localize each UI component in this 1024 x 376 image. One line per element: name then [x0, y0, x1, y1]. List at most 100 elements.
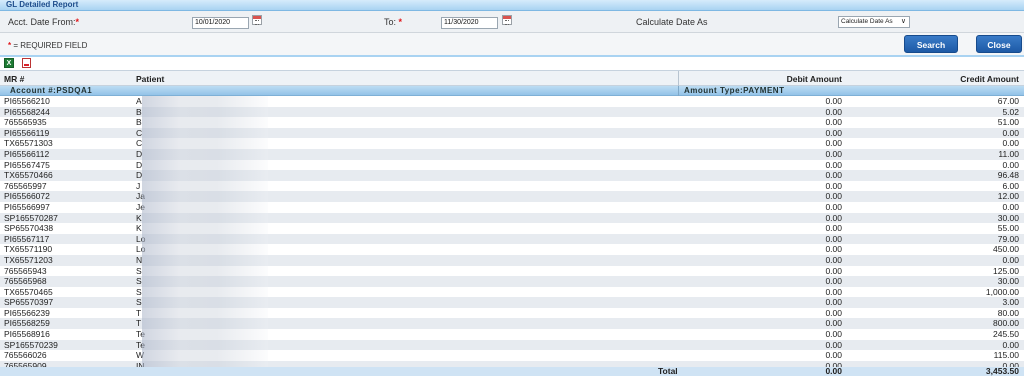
excel-export-icon[interactable]: X: [4, 58, 14, 68]
table-row: TX65570466 D 0.00 96.48: [0, 170, 1024, 181]
debit-cell: 0.00: [825, 307, 842, 318]
debit-cell: 0.00: [825, 244, 842, 255]
mr-cell: PI65566210: [4, 96, 50, 106]
debit-cell: 0.00: [825, 159, 842, 170]
debit-cell: 0.00: [825, 148, 842, 159]
credit-cell: 125.00: [993, 265, 1019, 276]
col-patient: Patient: [136, 74, 165, 84]
credit-cell: 80.00: [997, 307, 1019, 318]
credit-cell: 800.00: [993, 318, 1019, 329]
patient-cell: S: [136, 276, 142, 287]
credit-cell: 79.00: [997, 233, 1019, 244]
calculate-date-select[interactable]: Calculate Date As ∨: [838, 16, 910, 28]
credit-cell: 0.00: [1002, 159, 1019, 170]
redacted-patient-name: [142, 117, 268, 128]
redacted-patient-name: [142, 127, 268, 139]
redacted-patient-name: [142, 201, 268, 213]
table-row: PI65566997 Je 0.00 0.00: [0, 201, 1024, 213]
report-rows: PI65566210 A 0.00 67.00 PI65568244 B 0.00 5.02 7…: [0, 96, 1024, 376]
redacted-patient-name: [142, 180, 268, 192]
table-row: SP65570438 K 0.00 55.00: [0, 223, 1024, 234]
credit-cell: 67.00: [997, 96, 1019, 106]
credit-cell: 0.00: [1002, 127, 1019, 138]
debit-cell: 0.00: [825, 233, 842, 244]
mr-cell: TX65570466: [4, 170, 53, 181]
mr-cell: SP65570438: [4, 223, 54, 234]
pdf-export-icon[interactable]: [22, 58, 31, 68]
table-row: 765565943 S 0.00 125.00: [0, 265, 1024, 277]
redacted-patient-name: [142, 159, 268, 171]
table-row: TX65571203 N 0.00 0.00: [0, 254, 1024, 266]
total-row: Total 0.00 3,453.50: [0, 367, 1024, 376]
credit-cell: 0.00: [1002, 138, 1019, 149]
col-mr: MR #: [4, 74, 25, 84]
table-row: 765565997 J 0.00 6.00: [0, 180, 1024, 192]
from-date-label: Acct. Date From:*: [8, 17, 80, 27]
credit-cell: 5.02: [1002, 106, 1019, 117]
table-row: PI65568916 Te 0.00 245.50: [0, 329, 1024, 340]
credit-cell: 30.00: [997, 212, 1019, 223]
credit-cell: 0.00: [1002, 339, 1019, 350]
patient-cell: T: [136, 307, 142, 318]
to-calendar-icon[interactable]: [502, 15, 512, 25]
mr-cell: TX65570465: [4, 286, 53, 297]
credit-cell: 0.00: [1002, 254, 1019, 265]
redacted-patient-name: [142, 318, 268, 330]
to-date-input[interactable]: 11/30/2020: [441, 17, 498, 29]
table-row: PI65566239 T 0.00 80.00: [0, 307, 1024, 319]
mr-cell: PI65568259: [4, 318, 50, 329]
table-row: PI65566112 D 0.00 11.00: [0, 148, 1024, 160]
debit-cell: 0.00: [825, 180, 842, 191]
debit-cell: 0.00: [825, 276, 842, 287]
redacted-patient-name: [142, 223, 268, 234]
credit-cell: 0.00: [1002, 201, 1019, 212]
mr-cell: PI65566997: [4, 201, 50, 212]
debit-cell: 0.00: [825, 117, 842, 128]
redacted-patient-name: [142, 191, 268, 202]
redacted-patient-name: [142, 244, 268, 255]
from-date-input[interactable]: 10/01/2020: [192, 17, 249, 29]
mr-cell: TX65571190: [4, 244, 53, 255]
patient-cell: B: [136, 106, 142, 117]
col-credit: Credit Amount: [960, 74, 1019, 84]
close-button[interactable]: Close: [976, 35, 1022, 53]
debit-cell: 0.00: [825, 96, 842, 106]
mr-cell: PI65567475: [4, 159, 50, 170]
redacted-patient-name: [142, 233, 268, 245]
required-bar: * = REQUIRED FIELD Search Close: [0, 33, 1024, 55]
debit-cell: 0.00: [825, 170, 842, 181]
debit-cell: 0.00: [825, 254, 842, 265]
credit-cell: 6.00: [1002, 180, 1019, 191]
redacted-patient-name: [142, 212, 268, 224]
table-row: PI65567475 D 0.00 0.00: [0, 159, 1024, 171]
search-button[interactable]: Search: [904, 35, 958, 53]
redacted-patient-name: [142, 276, 268, 287]
patient-cell: K: [136, 212, 142, 223]
mr-cell: SP165570239: [4, 339, 58, 350]
mr-cell: PI65566072: [4, 191, 50, 202]
patient-cell: J: [136, 180, 141, 191]
to-date-label: To: *: [384, 17, 403, 27]
patient-cell: A: [136, 96, 142, 106]
credit-cell: 30.00: [997, 276, 1019, 287]
debit-cell: 0.00: [825, 339, 842, 350]
redacted-patient-name: [142, 297, 268, 308]
mr-cell: PI65566239: [4, 307, 50, 318]
credit-cell: 3.00: [1002, 297, 1019, 308]
calculate-date-select-value: Calculate Date As: [841, 18, 893, 25]
from-calendar-icon[interactable]: [252, 15, 262, 25]
credit-cell: 245.50: [993, 329, 1019, 340]
credit-cell: 1,000.00: [985, 286, 1019, 297]
mr-cell: TX65571303: [4, 138, 53, 149]
debit-cell: 0.00: [825, 286, 842, 297]
credit-cell: 115.00: [993, 350, 1019, 361]
patient-cell: T: [136, 318, 142, 329]
debit-cell: 0.00: [825, 106, 842, 117]
redacted-patient-name: [142, 350, 268, 361]
mr-cell: SP165570287: [4, 212, 58, 223]
table-row: PI65568244 B 0.00 5.02: [0, 106, 1024, 118]
table-header: MR # Patient Debit Amount Credit Amount: [0, 70, 1024, 86]
mr-cell: 765565935: [4, 117, 47, 128]
debit-cell: 0.00: [825, 318, 842, 329]
table-row: TX65571303 C 0.00 0.00: [0, 138, 1024, 149]
